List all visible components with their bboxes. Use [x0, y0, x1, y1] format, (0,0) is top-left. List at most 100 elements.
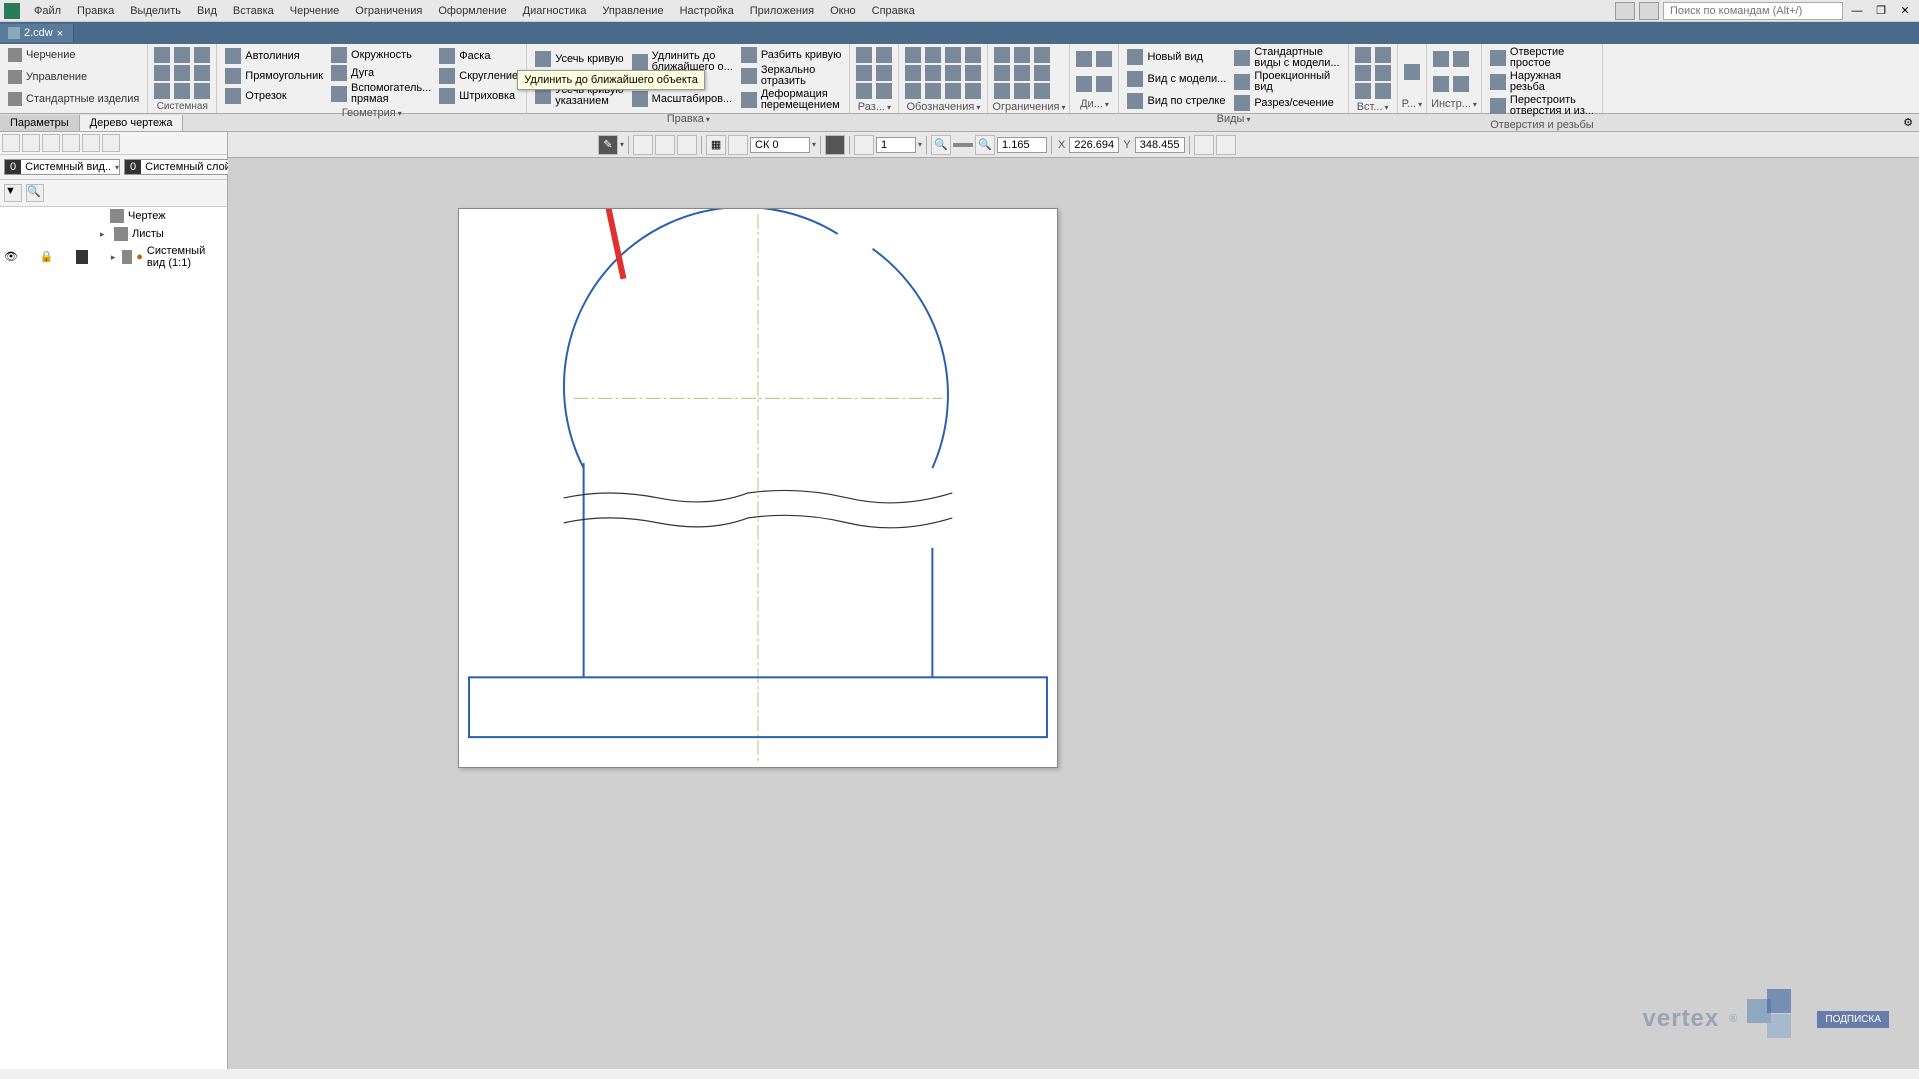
anno-btn-2[interactable] [903, 64, 923, 82]
constr-btn-9[interactable] [1032, 82, 1052, 100]
ins-btn-3[interactable] [1353, 82, 1373, 100]
anno-btn-8[interactable] [943, 64, 963, 82]
layout-btn-2[interactable] [1639, 2, 1659, 20]
zoom-in-button[interactable]: 🔍 [975, 135, 995, 155]
anno-btn-1[interactable] [903, 46, 923, 64]
anno-btn-9[interactable] [943, 82, 963, 100]
tool-btn-1[interactable] [1431, 50, 1451, 68]
menu-file[interactable]: Файл [26, 3, 69, 19]
anno-btn-3[interactable] [903, 82, 923, 100]
menu-select[interactable]: Выделить [122, 3, 189, 19]
anno-btn-11[interactable] [963, 64, 983, 82]
diag-btn-2[interactable] [1074, 75, 1094, 93]
menu-help[interactable]: Справка [864, 3, 923, 19]
segment-button[interactable]: Отрезок [221, 87, 327, 105]
eye-icon[interactable]: 👁 [4, 250, 18, 264]
close-button[interactable]: ✕ [1895, 3, 1915, 19]
ins-btn-1[interactable] [1353, 46, 1373, 64]
print-button[interactable] [172, 64, 192, 82]
aux-line-button[interactable]: Вспомогатель... прямая [327, 82, 435, 106]
cs-dropdown-icon[interactable]: ▾ [812, 140, 816, 149]
anno-dropdown-icon[interactable]: ▾ [976, 103, 980, 112]
pencil-mode-button[interactable]: ✎ [598, 135, 618, 155]
constr-btn-6[interactable] [1012, 82, 1032, 100]
snap-btn-3[interactable] [677, 135, 697, 155]
tab-close-icon[interactable]: × [57, 28, 69, 40]
params-tab[interactable]: Параметры [0, 115, 80, 131]
constr-btn-4[interactable] [1012, 46, 1032, 64]
maximize-button[interactable]: ❐ [1871, 3, 1891, 19]
arrow-view-button[interactable]: Вид по стрелке [1123, 92, 1230, 110]
ins-btn-5[interactable] [1373, 64, 1393, 82]
dim-btn-3[interactable] [854, 82, 874, 100]
ins-btn-4[interactable] [1373, 46, 1393, 64]
anno-btn-6[interactable] [923, 82, 943, 100]
constr-btn-3[interactable] [992, 82, 1012, 100]
drawing-canvas[interactable]: vertex ® ПОДПИСКА [228, 158, 1919, 1069]
tree-root[interactable]: Чертеж [0, 207, 227, 225]
zoom-slider[interactable] [953, 143, 973, 147]
tools-dropdown-icon[interactable]: ▾ [1473, 100, 1477, 109]
ortho-btn[interactable] [728, 135, 748, 155]
dim-btn-2[interactable] [854, 64, 874, 82]
panel-btn-4[interactable] [62, 134, 80, 152]
mode-std-products[interactable]: Стандартные изделия [0, 88, 147, 110]
r-btn-1[interactable] [1402, 63, 1422, 81]
hatch-button[interactable]: Штриховка [435, 87, 522, 105]
dim-dropdown-icon[interactable]: ▾ [887, 103, 891, 112]
cut-button[interactable] [192, 82, 212, 100]
autoline-button[interactable]: Автолиния [221, 47, 327, 65]
anno-btn-7[interactable] [943, 46, 963, 64]
constr-btn-2[interactable] [992, 64, 1012, 82]
anno-btn-4[interactable] [923, 46, 943, 64]
simple-hole-button[interactable]: Отверстие простое [1486, 46, 1598, 70]
menu-edit[interactable]: Правка [69, 3, 122, 19]
trim-curve-button[interactable]: Усечь кривую [531, 50, 627, 68]
eyedrop-btn[interactable] [1216, 135, 1236, 155]
view-select[interactable]: 0 Системный вид.. ▾ [4, 159, 120, 175]
ext-thread-button[interactable]: Наружная резьба [1486, 70, 1598, 94]
tool-btn-3[interactable] [1451, 50, 1471, 68]
mirror-button[interactable]: Зеркально отразить [737, 64, 846, 88]
menu-insert[interactable]: Вставка [225, 3, 282, 19]
panel-btn-3[interactable] [42, 134, 60, 152]
diag-btn-3[interactable] [1094, 50, 1114, 68]
new-doc-button[interactable] [152, 46, 172, 64]
tree-tab[interactable]: Дерево чертежа [80, 115, 184, 131]
split-curve-button[interactable]: Разбить кривую [737, 46, 846, 64]
undo-button[interactable] [152, 82, 172, 100]
scale-btn[interactable] [854, 135, 874, 155]
lock-icon[interactable]: 🔒 [40, 250, 54, 264]
section-view-button[interactable]: Разрез/сечение [1230, 94, 1343, 112]
diag-btn-4[interactable] [1094, 75, 1114, 93]
menu-window[interactable]: Окно [822, 3, 864, 19]
pencil-dropdown-icon[interactable]: ▾ [620, 140, 624, 149]
mode-manage[interactable]: Управление [0, 66, 147, 88]
constr-btn-5[interactable] [1012, 64, 1032, 82]
zoom-out-button[interactable]: 🔍 [931, 135, 951, 155]
panel-btn-2[interactable] [22, 134, 40, 152]
diag-dropdown-icon[interactable]: ▾ [1105, 100, 1109, 109]
command-search-input[interactable] [1663, 2, 1843, 20]
menu-drawing[interactable]: Черчение [282, 3, 348, 19]
menu-design[interactable]: Оформление [430, 3, 514, 19]
zoom-input[interactable] [997, 137, 1047, 153]
layer-select[interactable]: 0 Системный слой ▾ [124, 159, 240, 175]
move-deform-button[interactable]: Деформация перемещением [737, 88, 846, 112]
view-dropdown-icon[interactable]: ▾ [115, 163, 119, 172]
dim-btn-1[interactable] [854, 46, 874, 64]
grid-btn[interactable]: ▦ [706, 135, 726, 155]
rebuild-button[interactable]: Перестроить отверстия и из... [1486, 94, 1598, 118]
snap-btn-1[interactable] [633, 135, 653, 155]
coord-sys-select[interactable] [750, 137, 810, 153]
constr-btn-8[interactable] [1032, 64, 1052, 82]
scale-dropdown-icon[interactable]: ▾ [918, 140, 922, 149]
chamfer-button[interactable]: Фаска [435, 47, 522, 65]
mode-drawing[interactable]: Черчение [0, 44, 147, 66]
menu-constraints[interactable]: Ограничения [347, 3, 430, 19]
paste-button[interactable] [192, 64, 212, 82]
rectangle-button[interactable]: Прямоугольник [221, 67, 327, 85]
copy-button[interactable] [192, 46, 212, 64]
proj-view-button[interactable]: Проекционный вид [1230, 70, 1343, 94]
ins-dropdown-icon[interactable]: ▾ [1385, 103, 1389, 112]
